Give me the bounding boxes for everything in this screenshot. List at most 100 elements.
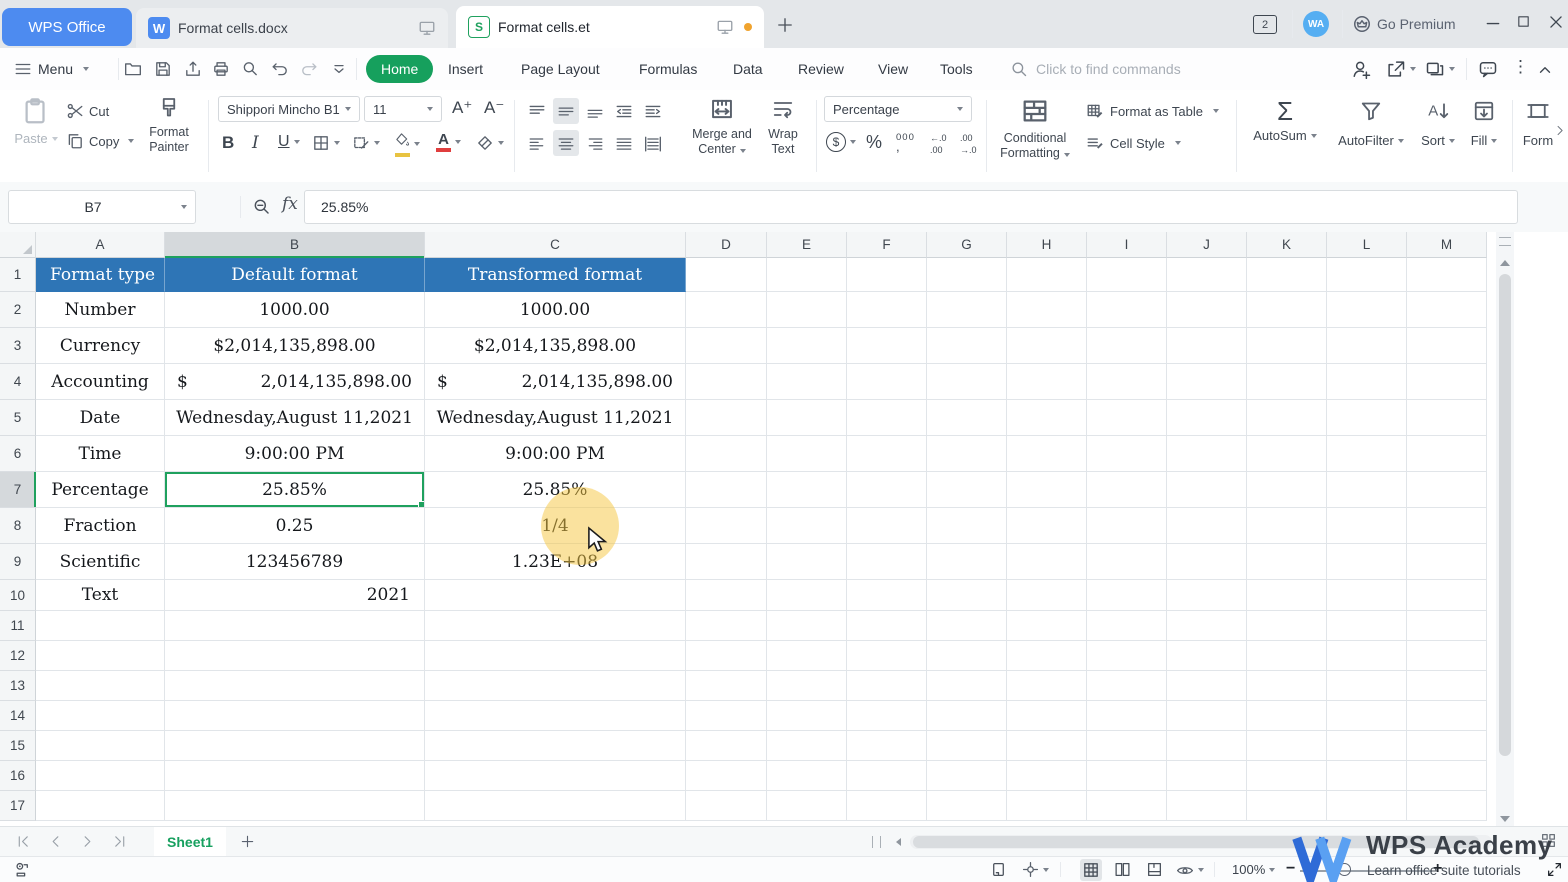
cell-C14[interactable] [425, 701, 686, 731]
cell-E6[interactable] [767, 436, 847, 472]
cell-D8[interactable] [686, 508, 767, 544]
cell-F10[interactable] [847, 580, 927, 611]
cell-M8[interactable] [1407, 508, 1487, 544]
column-header-G[interactable]: G [927, 232, 1007, 258]
format-cells-button[interactable] [352, 134, 380, 152]
cell-G7[interactable] [927, 472, 1007, 508]
scroll-down-arrow[interactable] [1500, 816, 1510, 822]
form-button[interactable]: Form [1516, 94, 1560, 148]
cell-D9[interactable] [686, 544, 767, 580]
cell-B2[interactable]: 1000.00 [165, 292, 425, 328]
tab-home[interactable]: Home [366, 55, 434, 83]
cell-F8[interactable] [847, 508, 927, 544]
cell-I1[interactable] [1087, 258, 1167, 292]
cell-L1[interactable] [1327, 258, 1407, 292]
align-middle-button[interactable] [553, 98, 579, 124]
cell-D4[interactable] [686, 364, 767, 400]
page-layout-view-icon[interactable] [1114, 861, 1131, 878]
row-header-9[interactable]: 9 [0, 544, 36, 580]
cell-E2[interactable] [767, 292, 847, 328]
cell-J2[interactable] [1167, 292, 1247, 328]
eraser-button[interactable] [476, 134, 504, 152]
prev-sheet-icon[interactable] [48, 834, 63, 849]
cell-L17[interactable] [1327, 791, 1407, 821]
cell-M1[interactable] [1407, 258, 1487, 292]
page-settings-icon[interactable] [990, 861, 1007, 878]
cell-A12[interactable] [36, 641, 165, 671]
horizontal-scrollbar[interactable] [910, 835, 1492, 849]
cell-G1[interactable] [927, 258, 1007, 292]
selection-tools-button[interactable] [1022, 861, 1049, 878]
cell-E14[interactable] [767, 701, 847, 731]
cell-L8[interactable] [1327, 508, 1407, 544]
justify-button[interactable] [611, 130, 637, 156]
switch-window-button[interactable] [1425, 59, 1455, 79]
cell-A6[interactable]: Time [36, 436, 165, 472]
close-button[interactable] [1547, 13, 1565, 31]
cell-K6[interactable] [1247, 436, 1327, 472]
autosum-button[interactable]: Σ AutoSum [1248, 94, 1322, 143]
row-header-14[interactable]: 14 [0, 701, 36, 731]
minimize-button[interactable] [1484, 14, 1502, 32]
cell-E17[interactable] [767, 791, 847, 821]
tab-insert[interactable]: Insert [448, 48, 483, 90]
column-header-C[interactable]: C [425, 232, 686, 258]
last-sheet-icon[interactable] [112, 834, 127, 849]
cell-B15[interactable] [165, 731, 425, 761]
document-tab-spreadsheet-active[interactable]: S Format cells.et [456, 6, 764, 48]
row-header-12[interactable]: 12 [0, 641, 36, 671]
cell-B6[interactable]: 9:00:00 PM [165, 436, 425, 472]
underline-button[interactable]: U [278, 133, 300, 151]
v-split-handle[interactable] [1499, 237, 1511, 246]
cell-B14[interactable] [165, 701, 425, 731]
cell-H6[interactable] [1007, 436, 1087, 472]
number-format-combo[interactable]: Percentage [824, 96, 972, 122]
customize-toolbar-icon[interactable] [330, 60, 348, 78]
zoom-slider-track[interactable] [1300, 870, 1432, 872]
cell-I3[interactable] [1087, 328, 1167, 364]
format-painter-button[interactable]: Format Painter [138, 96, 200, 155]
cell-C17[interactable] [425, 791, 686, 821]
page-break-view-icon[interactable] [1146, 861, 1163, 878]
cell-H9[interactable] [1007, 544, 1087, 580]
column-header-F[interactable]: F [847, 232, 927, 258]
cell-K12[interactable] [1247, 641, 1327, 671]
cell-H7[interactable] [1007, 472, 1087, 508]
cell-H17[interactable] [1007, 791, 1087, 821]
v-scroll-thumb[interactable] [1499, 274, 1511, 756]
percent-format-button[interactable]: % [866, 132, 882, 153]
cell-J12[interactable] [1167, 641, 1247, 671]
cell-L2[interactable] [1327, 292, 1407, 328]
cell-G5[interactable] [927, 400, 1007, 436]
cell-J1[interactable] [1167, 258, 1247, 292]
distribute-button[interactable] [640, 130, 666, 156]
format-as-table-button[interactable]: Format as Table [1086, 102, 1219, 120]
cell-I9[interactable] [1087, 544, 1167, 580]
fill-color-button[interactable] [394, 132, 420, 157]
column-header-J[interactable]: J [1167, 232, 1247, 258]
cell-M17[interactable] [1407, 791, 1487, 821]
cell-G3[interactable] [927, 328, 1007, 364]
cell-C6[interactable]: 9:00:00 PM [425, 436, 686, 472]
increase-indent-button[interactable] [640, 98, 666, 124]
cell-J4[interactable] [1167, 364, 1247, 400]
cell-G10[interactable] [927, 580, 1007, 611]
new-tab-button[interactable] [776, 16, 794, 34]
name-box[interactable]: B7 [8, 190, 196, 224]
cell-D16[interactable] [686, 761, 767, 791]
cell-B11[interactable] [165, 611, 425, 641]
tab-view[interactable]: View [878, 48, 908, 90]
window-count-button[interactable]: 2 [1253, 15, 1277, 34]
cell-K13[interactable] [1247, 671, 1327, 701]
cell-C3[interactable]: $2,014,135,898.00 [425, 328, 686, 364]
row-header-5[interactable]: 5 [0, 400, 36, 436]
cell-I13[interactable] [1087, 671, 1167, 701]
borders-button[interactable] [312, 134, 340, 152]
select-all-corner[interactable] [0, 232, 36, 258]
cell-M7[interactable] [1407, 472, 1487, 508]
cell-style-button[interactable]: Cell Style [1086, 134, 1181, 152]
save-icon[interactable] [154, 60, 172, 78]
cell-D1[interactable] [686, 258, 767, 292]
row-header-2[interactable]: 2 [0, 292, 36, 328]
cell-C5[interactable]: Wednesday,August 11,2021 [425, 400, 686, 436]
